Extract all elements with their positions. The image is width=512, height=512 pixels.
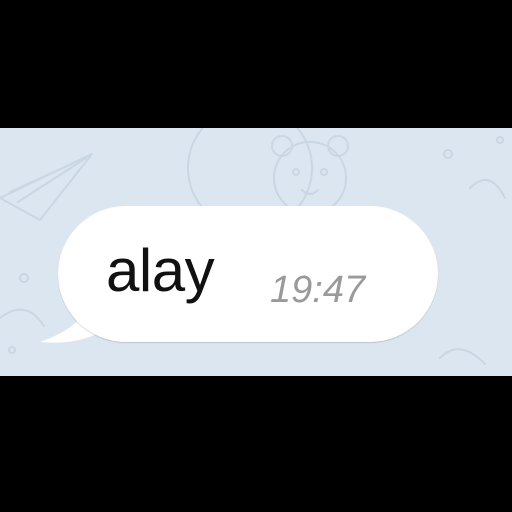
chat-area[interactable]: alay 19:47 bbox=[0, 128, 512, 376]
message-bubble-container[interactable]: alay 19:47 bbox=[34, 206, 444, 348]
letterbox-bottom bbox=[0, 376, 512, 512]
message-timestamp: 19:47 bbox=[270, 269, 366, 311]
letterbox-top bbox=[0, 0, 512, 128]
screenshot-frame: alay 19:47 bbox=[0, 0, 512, 512]
message-text: alay bbox=[106, 237, 215, 304]
